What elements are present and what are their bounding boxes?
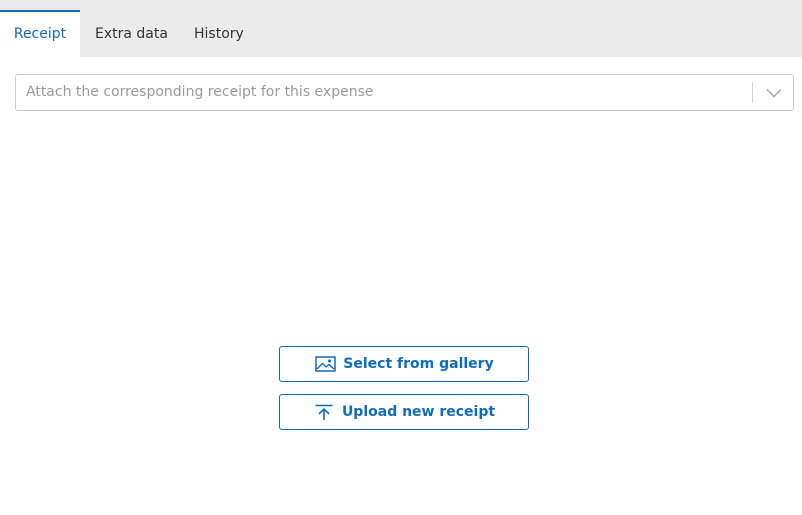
select-toggle-button[interactable]	[754, 75, 794, 110]
tab-extra-data-label: Extra data	[95, 26, 168, 42]
tab-history[interactable]: History	[194, 10, 244, 57]
upload-new-receipt-label: Upload new receipt	[341, 404, 496, 420]
select-from-gallery-button[interactable]: Select from gallery	[279, 346, 529, 382]
receipt-select[interactable]: Attach the corresponding receipt for thi…	[15, 74, 794, 111]
tab-bar: Receipt Extra data History	[0, 0, 802, 57]
upload-new-receipt-button[interactable]: Upload new receipt	[279, 394, 529, 430]
upload-icon	[313, 403, 335, 421]
tab-receipt-label: Receipt	[13, 26, 67, 42]
select-from-gallery-label: Select from gallery	[343, 356, 494, 372]
chevron-down-icon	[766, 88, 782, 98]
select-divider	[752, 82, 753, 103]
tab-extra-data[interactable]: Extra data	[95, 10, 168, 57]
image-icon	[314, 355, 336, 373]
tab-history-label: History	[194, 26, 244, 42]
tab-receipt[interactable]: Receipt	[0, 10, 80, 57]
receipt-select-placeholder: Attach the corresponding receipt for thi…	[26, 84, 374, 100]
